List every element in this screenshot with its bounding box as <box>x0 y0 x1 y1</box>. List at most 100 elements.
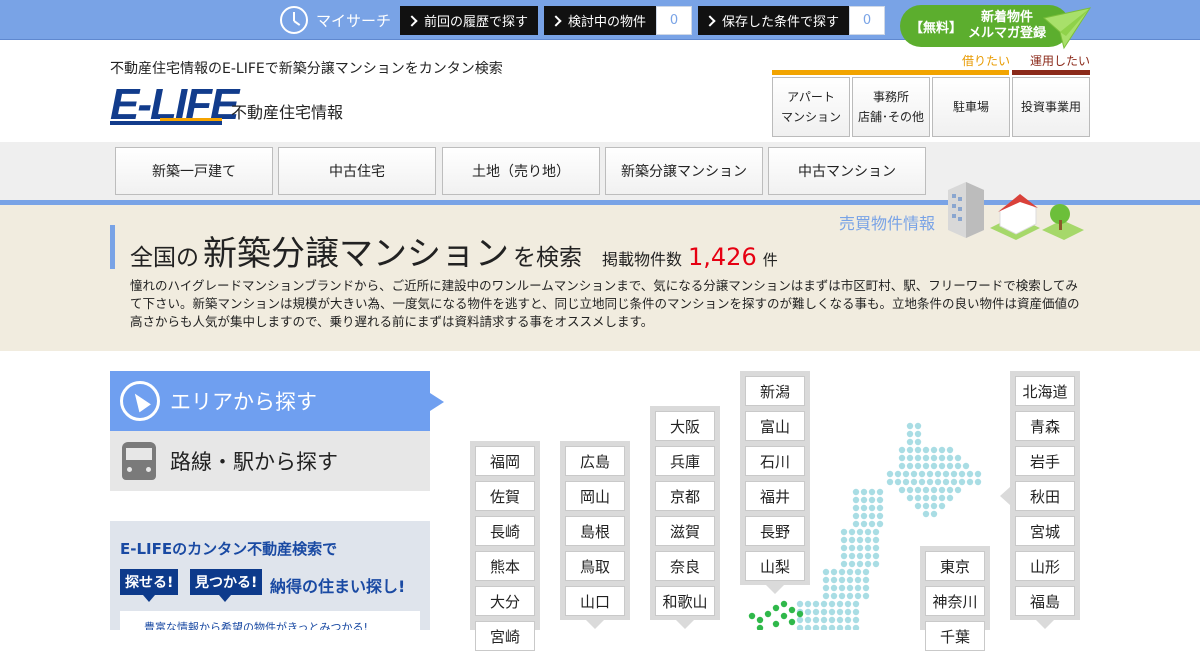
prefecture-kyushu-3[interactable]: 熊本 <box>475 551 535 581</box>
promo-subline: 納得の住まい探し! <box>270 577 406 596</box>
map-dot <box>902 470 910 478</box>
saved-count: 0 <box>849 6 886 35</box>
listing-count-label: 掲載物件数 <box>602 250 683 269</box>
nav-used-house[interactable]: 中古住宅 <box>278 147 436 195</box>
map-dot <box>966 470 974 478</box>
nav-land[interactable]: 土地（売り地） <box>442 147 600 195</box>
prefecture-tohoku-3[interactable]: 秋田 <box>1015 481 1075 511</box>
map-dot <box>868 512 876 520</box>
map-dot <box>946 462 954 470</box>
title-main: 新築分譲マンション <box>203 234 509 274</box>
prefecture-tohoku-0[interactable]: 北海道 <box>1015 376 1075 406</box>
category-investment[interactable]: 投資事業用 <box>1012 77 1090 137</box>
prefecture-hokuriku-4[interactable]: 長野 <box>745 516 805 546</box>
map-dot <box>830 568 838 576</box>
history-button[interactable]: 前回の履歴で探す <box>400 6 539 35</box>
map-dot <box>906 446 914 454</box>
map-dot <box>840 536 848 544</box>
region-pointer <box>1000 487 1010 505</box>
tab-search-by-area[interactable]: エリアから探す <box>110 371 444 431</box>
map-dot <box>856 544 864 552</box>
prefecture-tohoku-5[interactable]: 山形 <box>1015 551 1075 581</box>
map-dot <box>930 486 938 494</box>
chevron-right-icon <box>550 14 562 27</box>
category-office[interactable]: 事務所 店舗･その他 <box>852 77 930 137</box>
prefecture-chugoku-4[interactable]: 山口 <box>565 586 625 616</box>
map-dot <box>942 470 950 478</box>
map-dot <box>958 478 966 486</box>
prefecture-chugoku-2[interactable]: 島根 <box>565 516 625 546</box>
tab-search-by-line[interactable]: 路線・駅から探す <box>110 431 430 491</box>
promo-note: 豊富な情報から希望の物件がきっとみつかる! <box>120 611 420 630</box>
map-dot <box>930 494 938 502</box>
prefecture-tohoku-1[interactable]: 青森 <box>1015 411 1075 441</box>
prefecture-chugoku-1[interactable]: 岡山 <box>565 481 625 511</box>
prefecture-kyushu-5[interactable]: 宮崎 <box>475 621 535 651</box>
prefecture-hokuriku-2[interactable]: 石川 <box>745 446 805 476</box>
mysearch-link[interactable]: マイサーチ <box>280 5 391 35</box>
saved-conditions-button[interactable]: 保存した条件で探す 0 <box>698 6 886 35</box>
map-dot <box>906 486 914 494</box>
map-dot <box>942 478 950 486</box>
prefecture-kyushu-1[interactable]: 佐賀 <box>475 481 535 511</box>
map-dot <box>922 462 930 470</box>
prefecture-kanto-2[interactable]: 千葉 <box>925 621 985 651</box>
map-dot <box>868 488 876 496</box>
prefecture-kinki-1[interactable]: 兵庫 <box>655 446 715 476</box>
prefecture-kinki-2[interactable]: 京都 <box>655 481 715 511</box>
prefecture-kyushu-2[interactable]: 長崎 <box>475 516 535 546</box>
map-dot <box>922 446 930 454</box>
prefecture-tohoku-6[interactable]: 福島 <box>1015 586 1075 616</box>
prefecture-kyushu-0[interactable]: 福岡 <box>475 446 535 476</box>
map-dot <box>868 520 876 528</box>
prefecture-kanto-0[interactable]: 東京 <box>925 551 985 581</box>
prefecture-tohoku-4[interactable]: 宮城 <box>1015 516 1075 546</box>
map-dot <box>796 624 804 630</box>
category-parking[interactable]: 駐車場 <box>932 77 1010 137</box>
map-dot <box>872 536 880 544</box>
map-dot <box>914 438 922 446</box>
prefecture-kinki-0[interactable]: 大阪 <box>655 411 715 441</box>
map-dot <box>848 536 856 544</box>
map-dot <box>772 604 780 612</box>
prefecture-hokuriku-3[interactable]: 福井 <box>745 481 805 511</box>
map-dot <box>898 486 906 494</box>
invest-category-line <box>1012 70 1090 75</box>
clock-icon <box>280 6 308 34</box>
sale-info-label: 売買物件情報 <box>839 214 936 233</box>
map-dot <box>852 520 860 528</box>
map-dot <box>876 496 884 504</box>
prefecture-kyushu-4[interactable]: 大分 <box>475 586 535 616</box>
map-dot <box>822 576 830 584</box>
nav-new-house[interactable]: 新築一戸建て <box>115 147 273 195</box>
buildings-illustration <box>948 182 1084 240</box>
map-dot <box>822 568 830 576</box>
prefecture-kanto-1[interactable]: 神奈川 <box>925 586 985 616</box>
map-dot <box>844 608 852 616</box>
map-dot <box>828 600 836 608</box>
map-dot <box>872 552 880 560</box>
considering-button[interactable]: 検討中の物件 0 <box>544 6 693 35</box>
prefecture-kinki-3[interactable]: 滋賀 <box>655 516 715 546</box>
map-dot <box>872 544 880 552</box>
map-dot <box>914 446 922 454</box>
rent-category-line <box>772 70 1009 75</box>
category-apartment[interactable]: アパート マンション <box>772 77 850 137</box>
prefecture-hokuriku-5[interactable]: 山梨 <box>745 551 805 581</box>
map-dot <box>946 446 954 454</box>
nav-used-condo[interactable]: 中古マンション <box>768 147 926 195</box>
prefecture-kinki-4[interactable]: 奈良 <box>655 551 715 581</box>
nav-new-condo[interactable]: 新築分譲マンション <box>605 147 763 195</box>
map-dot <box>868 496 876 504</box>
chevron-right-icon <box>704 14 716 27</box>
map-dot <box>852 616 860 624</box>
prefecture-hokuriku-0[interactable]: 新潟 <box>745 376 805 406</box>
prefecture-chugoku-0[interactable]: 広島 <box>565 446 625 476</box>
map-dot <box>804 616 812 624</box>
map-dot <box>860 512 868 520</box>
prefecture-chugoku-3[interactable]: 鳥取 <box>565 551 625 581</box>
prefecture-hokuriku-1[interactable]: 富山 <box>745 411 805 441</box>
prefecture-tohoku-2[interactable]: 岩手 <box>1015 446 1075 476</box>
map-dot <box>950 478 958 486</box>
prefecture-kinki-5[interactable]: 和歌山 <box>655 586 715 616</box>
